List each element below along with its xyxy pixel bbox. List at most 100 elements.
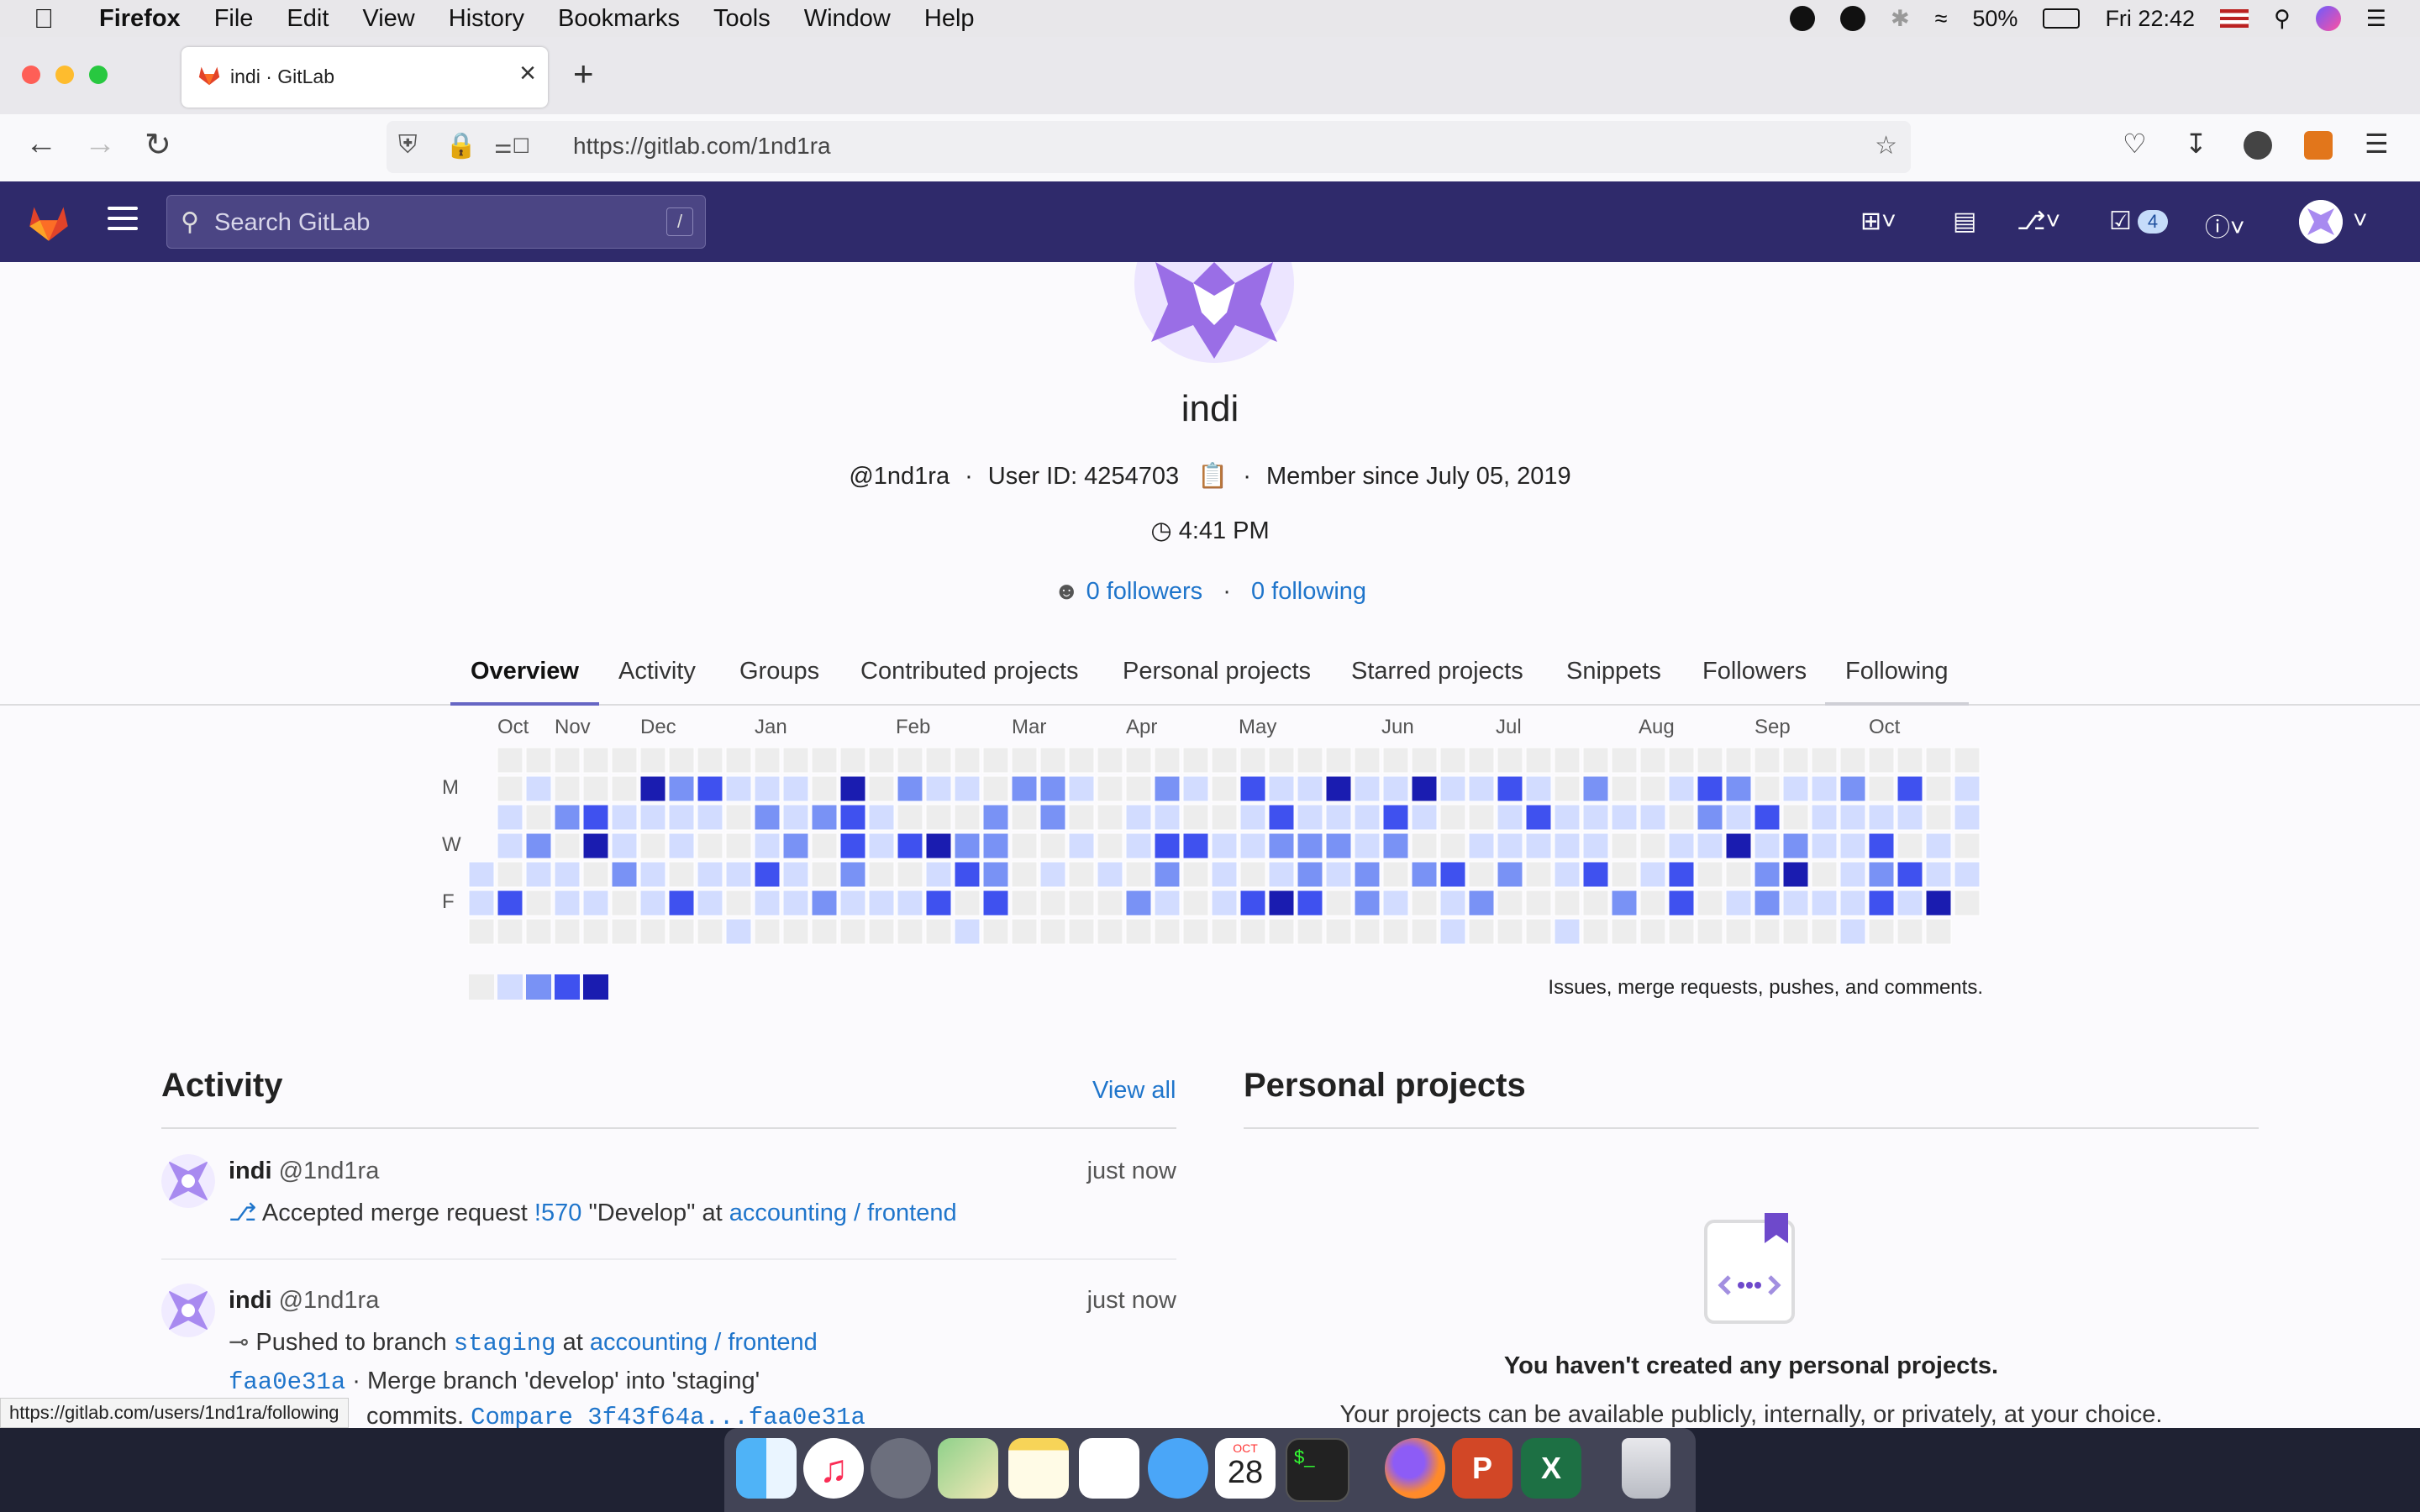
terminal-icon[interactable]: $_	[1286, 1438, 1349, 1502]
notes-icon[interactable]	[1008, 1438, 1069, 1499]
calendar-day-cell[interactable]	[1925, 832, 1952, 859]
calendar-day-cell[interactable]	[468, 918, 495, 945]
calendar-day-cell[interactable]	[1468, 918, 1495, 945]
calendar-day-cell[interactable]	[1182, 861, 1209, 888]
calendar-day-cell[interactable]	[1868, 775, 1895, 802]
url-text[interactable]: https://gitlab.com/1nd1ra	[573, 133, 831, 160]
calendar-day-cell[interactable]	[1497, 832, 1523, 859]
calendar-day-cell[interactable]	[611, 775, 638, 802]
calendar-day-cell[interactable]	[1782, 918, 1809, 945]
calendar-day-cell[interactable]	[1897, 832, 1923, 859]
calendar-day-cell[interactable]	[1525, 804, 1552, 831]
calendar-day-cell[interactable]	[954, 832, 981, 859]
calendar-day-cell[interactable]	[1325, 775, 1352, 802]
calendar-day-cell[interactable]	[897, 861, 923, 888]
flag-icon[interactable]	[2220, 9, 2249, 28]
calendar-day-cell[interactable]	[1525, 775, 1552, 802]
hamburger-menu-icon[interactable]	[108, 207, 138, 237]
calendar-day-cell[interactable]	[554, 918, 581, 945]
calendar-day-cell[interactable]	[1154, 804, 1181, 831]
event-author[interactable]: indi @1nd1ra	[229, 1158, 379, 1185]
event-avatar[interactable]	[161, 1154, 215, 1208]
calendar-day-cell[interactable]	[1039, 832, 1066, 859]
calendar-day-cell[interactable]	[1125, 890, 1152, 916]
calendar-day-cell[interactable]	[1125, 804, 1152, 831]
calendar-day-cell[interactable]	[1925, 775, 1952, 802]
bluetooth-icon[interactable]: ✱	[1891, 6, 1910, 32]
calendar-day-cell[interactable]	[1839, 804, 1866, 831]
calendar-day-cell[interactable]	[1554, 804, 1581, 831]
firefox-icon[interactable]	[1385, 1438, 1445, 1499]
calendar-day-cell[interactable]	[1211, 804, 1238, 831]
battery-icon[interactable]	[2043, 8, 2081, 29]
calendar-day-cell[interactable]	[668, 804, 695, 831]
calendar-day-cell[interactable]	[668, 775, 695, 802]
calendar-day-cell[interactable]	[811, 890, 838, 916]
calendar-day-cell[interactable]	[1411, 890, 1438, 916]
calendar-day-cell[interactable]	[954, 890, 981, 916]
calendar-day-cell[interactable]	[839, 918, 866, 945]
calendar-day-cell[interactable]	[1925, 890, 1952, 916]
calendar-day-cell[interactable]	[1297, 918, 1323, 945]
calendar-app-icon[interactable]: OCT 28	[1215, 1438, 1276, 1499]
calendar-day-cell[interactable]	[1268, 832, 1295, 859]
calendar-day-cell[interactable]	[1097, 832, 1123, 859]
bookmark-star-icon[interactable]: ☆	[1875, 131, 1897, 160]
calendar-day-cell[interactable]	[1325, 747, 1352, 774]
pocket-icon[interactable]: ♡	[2123, 128, 2147, 160]
calendar-day-cell[interactable]	[1497, 775, 1523, 802]
calendar-day-cell[interactable]	[1382, 918, 1409, 945]
calendar-day-cell[interactable]	[639, 747, 666, 774]
calendar-day-cell[interactable]	[811, 747, 838, 774]
calendar-day-cell[interactable]	[1325, 832, 1352, 859]
tab-snippets[interactable]: Snippets	[1546, 652, 1681, 702]
calendar-day-cell[interactable]	[639, 890, 666, 916]
calendar-day-cell[interactable]	[1525, 861, 1552, 888]
calendar-day-cell[interactable]	[1582, 775, 1609, 802]
calendar-day-cell[interactable]	[1897, 861, 1923, 888]
calendar-day-cell[interactable]	[1325, 861, 1352, 888]
calendar-day-cell[interactable]	[1411, 861, 1438, 888]
calendar-day-cell[interactable]	[954, 747, 981, 774]
calendar-day-cell[interactable]	[1668, 918, 1695, 945]
calendar-day-cell[interactable]	[1668, 804, 1695, 831]
calendar-day-cell[interactable]	[1011, 775, 1038, 802]
new-tab-button[interactable]: +	[573, 54, 594, 94]
calendar-day-cell[interactable]	[497, 861, 523, 888]
calendar-day-cell[interactable]	[754, 890, 781, 916]
calendar-day-cell[interactable]	[868, 832, 895, 859]
wifi-icon[interactable]: ≈	[1935, 6, 1948, 32]
calendar-day-cell[interactable]	[668, 861, 695, 888]
calendar-day-cell[interactable]	[1411, 775, 1438, 802]
calendar-day-cell[interactable]	[1382, 832, 1409, 859]
menu-help[interactable]: Help	[924, 5, 975, 33]
lock-icon[interactable]: 🔒	[445, 131, 476, 160]
branch-link[interactable]: staging	[454, 1330, 556, 1357]
calendar-day-cell[interactable]	[1639, 918, 1666, 945]
spotlight-icon[interactable]: ⚲	[2274, 6, 2291, 32]
calendar-day-cell[interactable]	[497, 804, 523, 831]
calendar-day-cell[interactable]	[1011, 918, 1038, 945]
calendar-day-cell[interactable]	[697, 747, 723, 774]
calendar-day-cell[interactable]	[868, 918, 895, 945]
calendar-day-cell[interactable]	[697, 861, 723, 888]
maps-icon[interactable]	[938, 1438, 998, 1499]
calendar-day-cell[interactable]	[839, 832, 866, 859]
calendar-day-cell[interactable]	[1754, 890, 1781, 916]
calendar-day-cell[interactable]	[1525, 747, 1552, 774]
calendar-day-cell[interactable]	[1297, 804, 1323, 831]
calendar-day-cell[interactable]	[897, 804, 923, 831]
calendar-day-cell[interactable]	[897, 747, 923, 774]
calendar-day-cell[interactable]	[725, 890, 752, 916]
calendar-day-cell[interactable]	[1954, 861, 1981, 888]
calendar-day-cell[interactable]	[697, 918, 723, 945]
calendar-day-cell[interactable]	[554, 804, 581, 831]
app-menu-icon[interactable]: ☰	[2365, 128, 2389, 160]
create-new-icon[interactable]: ⊞˅	[1860, 207, 1897, 236]
calendar-day-cell[interactable]	[1668, 861, 1695, 888]
calendar-day-cell[interactable]	[1068, 890, 1095, 916]
calendar-day-cell[interactable]	[1868, 832, 1895, 859]
calendar-day-cell[interactable]	[1468, 747, 1495, 774]
calendar-day-cell[interactable]	[1011, 832, 1038, 859]
calendar-day-cell[interactable]	[1411, 804, 1438, 831]
